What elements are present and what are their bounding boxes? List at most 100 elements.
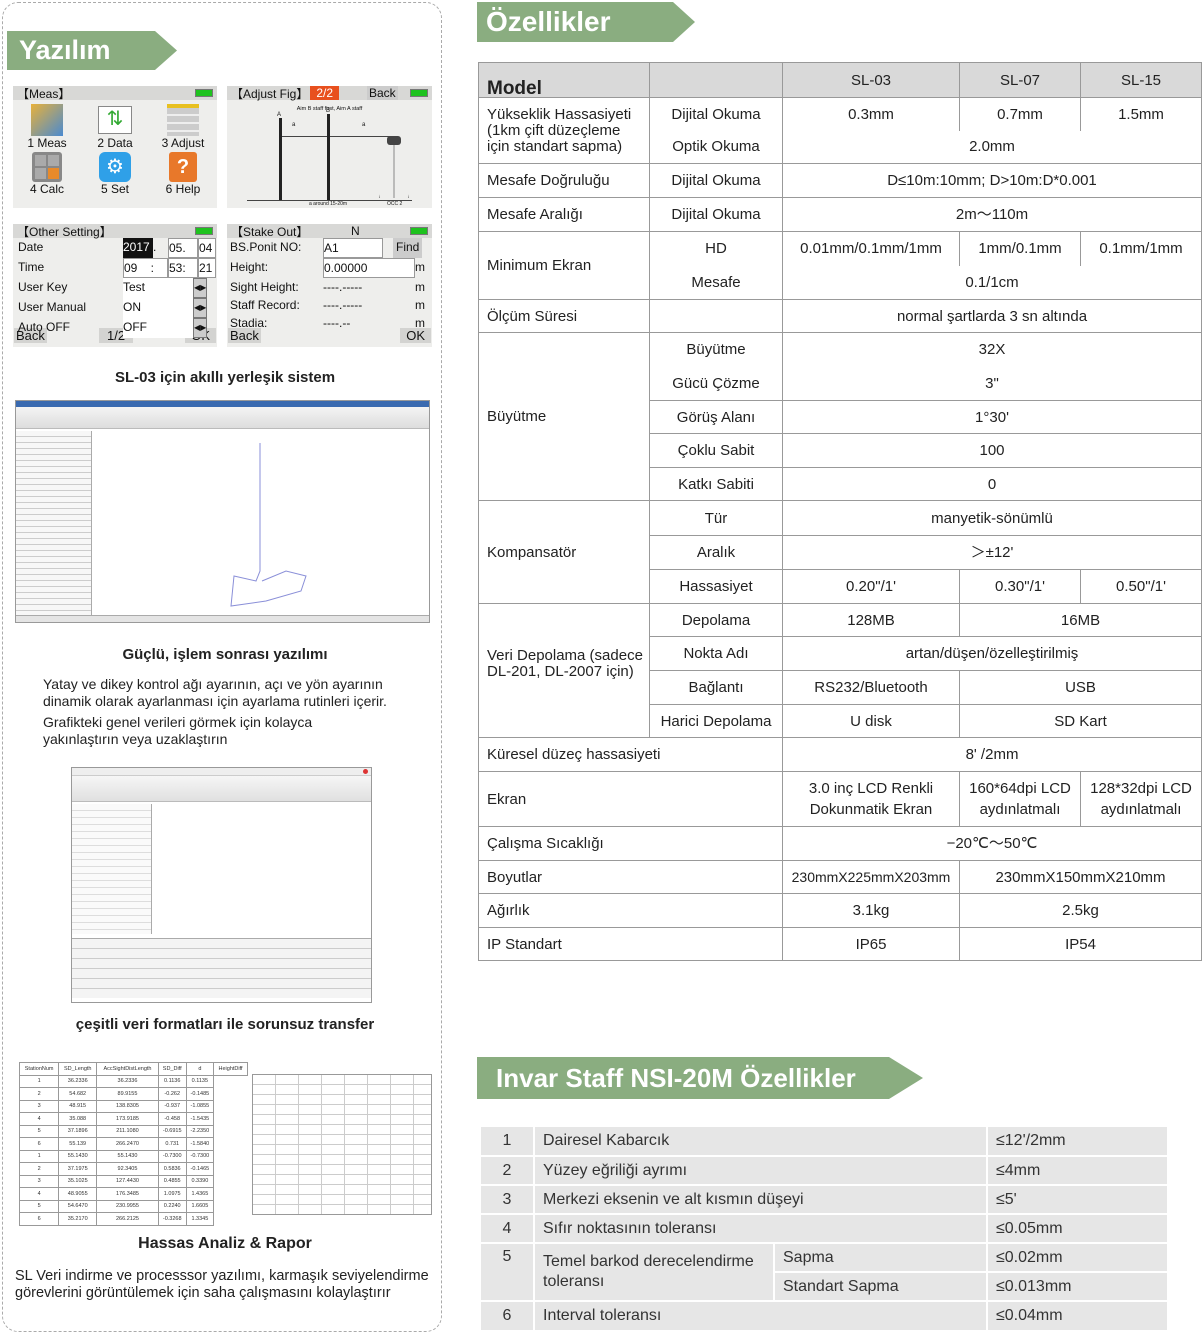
table-cell: Gücü Çözme <box>649 366 783 401</box>
other-setting-screen: 【Other Setting】 Date 2017. 05. 04 Time 09 :5… <box>13 224 217 347</box>
menu-item-data[interactable]: ⇅ 2 Data <box>81 104 149 150</box>
report-cell: 1.6605 <box>185 1199 215 1213</box>
element: 6 Help <box>165 182 201 196</box>
report-cell: 4 <box>18 1187 60 1201</box>
time-hour-field[interactable]: 09 : <box>123 258 168 278</box>
table-row: Model SL-03 SL-07 SL-15 <box>478 62 1202 98</box>
menu-item-adjust[interactable]: 3 Adjust <box>149 104 217 150</box>
element: Height: <box>230 260 269 274</box>
time-minute-field[interactable]: 53: <box>168 258 198 278</box>
point-no-input[interactable]: A1 <box>323 238 383 258</box>
table-cell: 128MB <box>782 603 960 637</box>
element: 4 Calc <box>29 182 64 196</box>
left-right-arrows-icon[interactable]: ◀▶ <box>193 278 208 298</box>
user-key-select[interactable]: Test <box>123 278 193 298</box>
table-row: Minimum Ekran HD 0.01mm/0.1mm/1mm 1mm/0.1mm… <box>478 231 1202 300</box>
table-cell: Veri Depolama (sadece DL-201, DL-2007 iç… <box>478 603 650 738</box>
table-cell: 0.50"/1' <box>1080 569 1202 604</box>
find-button[interactable]: Find <box>393 238 423 258</box>
report-cell: 55.139 <box>58 1137 98 1151</box>
table-cell: Optik Okuma <box>649 130 783 164</box>
caption-analysis-report: Hassas Analiz & Rapor <box>138 1235 312 1252</box>
report-cell: 36.2336 <box>96 1074 159 1088</box>
menu-item-meas[interactable]: 1 Meas <box>13 104 81 150</box>
report-row: 5 54.6470 230.9955 0.2240 1.6605 <box>18 1199 248 1213</box>
settings-icon: ⚙ <box>99 152 131 182</box>
software-banner: Yazılım <box>7 31 177 70</box>
element <box>16 431 92 616</box>
report-cell: 6 <box>18 1137 60 1151</box>
menu-item-help[interactable]: ? 6 Help <box>149 152 217 196</box>
report-cell: 35.1025 <box>58 1174 98 1188</box>
table-cell: Sıfır noktasının toleransı <box>533 1213 988 1244</box>
report-cell: 2 <box>18 1162 60 1176</box>
back-button[interactable]: Back <box>367 86 398 100</box>
ok-button[interactable]: OK <box>400 328 431 343</box>
height-input[interactable]: 0.00000 <box>323 258 415 278</box>
left-right-arrows-icon[interactable]: ◀▶ <box>193 318 208 338</box>
report-cell: 2 <box>18 1087 60 1101</box>
table-cell: 1.5mm <box>1080 97 1202 131</box>
data-transfer-screenshot <box>71 767 372 1003</box>
report-cell: 4 <box>18 1112 60 1126</box>
table-row: Mesafe Doğruluğu Dijital Okuma D≤10m:10mm;… <box>478 163 1202 198</box>
report-row: 4 48.9055 176.3485 1.0975 1.4365 <box>18 1187 248 1201</box>
table-cell: 4 <box>479 1213 535 1244</box>
table-cell: 2m～110m <box>782 197 1202 232</box>
element: 【Meas】 <box>13 86 217 101</box>
date-year-field[interactable]: 2017 <box>123 238 153 258</box>
table-cell: Standart Sapma <box>773 1271 988 1302</box>
table-row: Mesafe Aralığı Dijital Okuma 2m～110m <box>478 197 1202 232</box>
report-cell: 1.3345 <box>185 1212 215 1226</box>
element: 【Adjust Fig】 2/2 Back <box>227 86 432 101</box>
time-second-field[interactable]: 21 <box>198 258 216 278</box>
report-cell: 127.4430 <box>96 1174 159 1188</box>
caption-post-processing: Güçlü, işlem sonrası yazılımı <box>122 646 328 663</box>
date-day-field[interactable]: 04 <box>198 238 216 258</box>
table-cell: Katkı Sabiti <box>649 467 783 501</box>
report-cell: 55.1430 <box>58 1149 98 1163</box>
element: m <box>415 280 425 294</box>
element: User Key <box>18 280 68 294</box>
table-row: 3 Merkezi eksenin ve alt kısmın düşeyi ≤5' <box>479 1184 1169 1215</box>
table-cell: 1°30' <box>782 400 1202 434</box>
menu-item-set[interactable]: ⚙ 5 Set <box>81 152 149 196</box>
date-month-field[interactable]: 05. <box>168 238 198 258</box>
report-cell: 138.8305 <box>96 1099 159 1113</box>
table-cell: Yüzey eğriliği ayrımı <box>533 1155 988 1186</box>
element <box>72 804 152 934</box>
report-header-cell: SD_Length <box>58 1062 98 1076</box>
element: Sight Height: ----.----- m <box>230 278 432 296</box>
element: Sight Height: <box>230 280 299 294</box>
table-cell: Aralık <box>649 535 783 570</box>
staff-b <box>327 114 330 200</box>
report-row: 2 54.682 89.9155 -0.262 -0.1485 <box>18 1087 248 1101</box>
left-right-arrows-icon[interactable]: ◀▶ <box>193 298 208 318</box>
menu-item-calc[interactable]: 4 Calc <box>13 152 81 196</box>
report-cell: -0.1465 <box>185 1162 215 1176</box>
processing-software-screenshot <box>15 400 430 623</box>
element: a around 15-20m <box>309 201 348 207</box>
report-cell: 211.1080 <box>96 1124 159 1138</box>
table-cell: Ölçüm Süresi <box>478 299 650 333</box>
auto-off-select[interactable]: OFF <box>123 318 193 338</box>
table-row: 5 Temel barkod derecelendirme toleransı Sa… <box>479 1242 1169 1302</box>
report-cell: 0.4855 <box>157 1174 187 1188</box>
table-cell: Nokta Adı <box>649 636 783 671</box>
back-button[interactable]: Back <box>228 328 261 343</box>
table-cell: Merkezi eksenin ve alt kısmın düşeyi <box>533 1184 988 1215</box>
table-cell: 0.1/1cm <box>782 265 1202 300</box>
table-cell: D≤10m:10mm; D>10m:D*0.001 <box>782 163 1202 198</box>
table-cell: Çoklu Sabit <box>649 433 783 468</box>
specs-banner: Özellikler <box>477 2 695 42</box>
element: StationNum SD_Length AccSightDistLength SD_… <box>18 1062 248 1076</box>
table-cell: SL-03 <box>782 62 960 98</box>
close-icon[interactable] <box>363 769 368 774</box>
element: Date 2017. 05. 04 <box>18 238 217 258</box>
user-manual-select[interactable]: ON <box>123 298 193 318</box>
element: Auto OFF <box>18 320 71 334</box>
table-cell: 1 <box>479 1125 535 1157</box>
table-cell: 0.01mm/0.1mm/1mm <box>782 231 960 266</box>
report-header-cell: AccSightDistLength <box>96 1062 159 1076</box>
table-row: Veri Depolama (sadece DL-201, DL-2007 iç… <box>478 603 1202 738</box>
